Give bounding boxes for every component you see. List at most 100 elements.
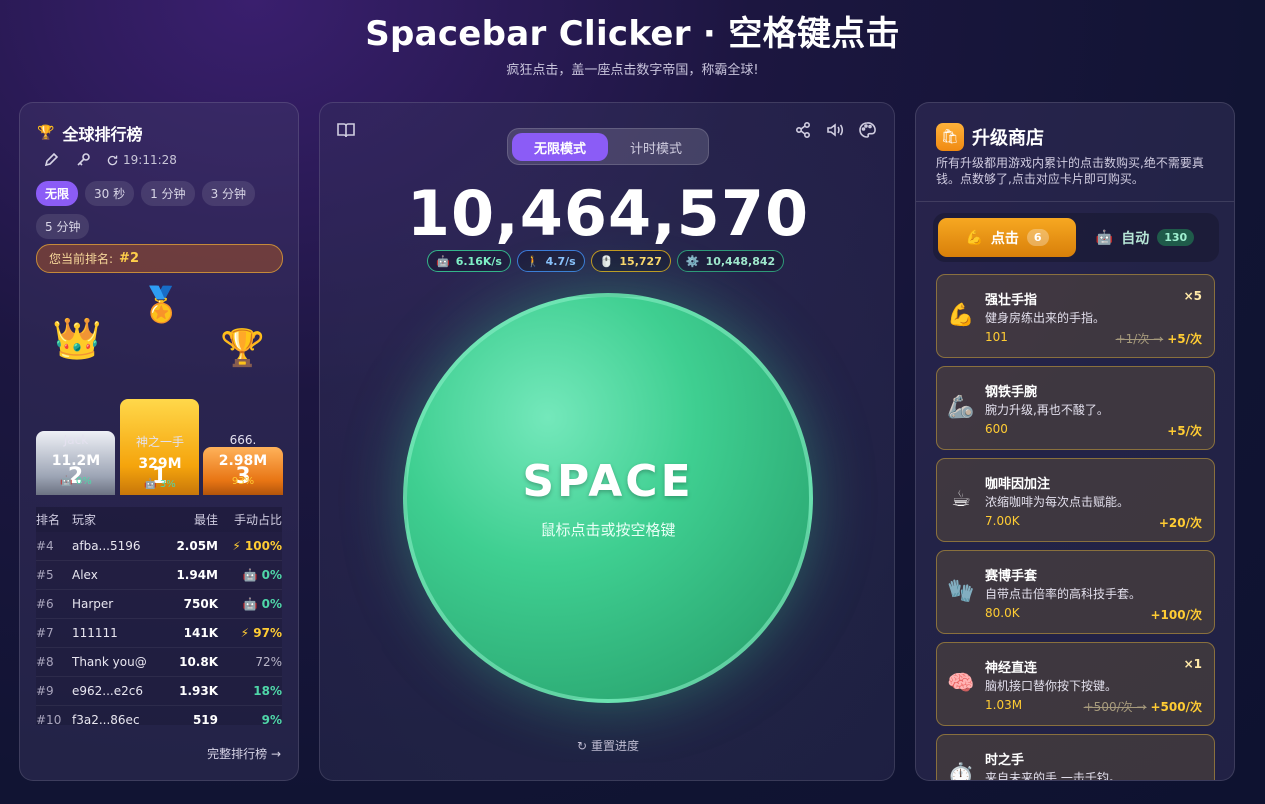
podium-player-first[interactable]: 神之一手 329M 🤖 3% (120, 433, 200, 490)
upgrade-card[interactable]: 🦾 钢铁手腕 腕力升级,再也不酸了。 600 +5/次 (936, 366, 1215, 450)
row-rank: #8 (36, 655, 54, 669)
my-rank-banner: 您当前排名: #2 (36, 244, 283, 273)
row-ratio: 72% (255, 655, 282, 669)
edit-icon[interactable] (42, 151, 60, 169)
upgrade-icon: 🧤 (947, 579, 975, 604)
table-header: 排名 玩家 最佳 手动占比 (36, 507, 282, 532)
refresh-time-text: 19:11:28 (123, 153, 177, 167)
col-best: 最佳 (193, 513, 218, 527)
upgrade-name: 赛博手套 (985, 569, 1038, 584)
row-player: 111111 (72, 626, 118, 640)
player-ratio: 🤖 3% (144, 479, 176, 490)
upgrade-icon: ⏱️ (947, 763, 975, 781)
upgrade-gain: +100/次 (1147, 606, 1203, 623)
tab-click-label: 点击 (990, 230, 1019, 247)
row-player: Alex (72, 568, 98, 582)
shop-items[interactable]: 💪 强壮手指 健身房练出来的手指。 101 +1/次 → +5/次 ×5 🦾 钢铁手腕 腕力升级,… (936, 274, 1215, 781)
reset-icon: ↻ (577, 739, 588, 753)
upgrade-name: 强壮手指 (985, 293, 1038, 308)
row-rank: #9 (36, 684, 54, 698)
tab-auto-count: 130 (1157, 229, 1195, 246)
click-rate-badge: 🚶 4.7/s (516, 250, 585, 272)
leaderboard-title: 🏆 全球排行榜 (37, 121, 142, 145)
table-row[interactable]: #7 111111 141K ⚡ 97% (36, 619, 282, 648)
filter-3min[interactable]: 3 分钟 (201, 181, 256, 206)
table-row[interactable]: #9 e962...e2c6 1.93K 18% (36, 677, 282, 706)
refresh-icon (107, 155, 118, 165)
upgrade-desc: 腕力升级,再也不酸了。 (985, 403, 1109, 417)
upgrade-old-gain: +1/次 → (1115, 332, 1164, 346)
upgrade-card[interactable]: 🧠 神经直连 脑机接口替你按下按键。 1.03M +500/次 → +500/次 ×1 (936, 642, 1215, 726)
palette-icon[interactable] (856, 119, 878, 141)
upgrade-new-gain: +5/次 (1167, 424, 1202, 438)
bronze-trophy-icon: 🏆 (220, 328, 265, 369)
mouse-icon: 🖱️ (599, 254, 614, 268)
upgrade-name: 神经直连 (985, 661, 1038, 676)
upgrade-new-gain: +20/次 (1158, 516, 1202, 530)
filter-5min[interactable]: 5 分钟 (36, 214, 90, 239)
upgrade-gain: +500/次 → +500/次 (1084, 698, 1202, 715)
upgrade-icon: 🦾 (947, 395, 975, 420)
upgrade-price: 600 (985, 422, 1008, 436)
key-icon[interactable] (74, 151, 92, 169)
row-player: Harper (72, 597, 114, 611)
table-row[interactable]: #5 Alex 1.94M 🤖 0% (36, 561, 282, 590)
tab-click-count: 6 (1026, 229, 1049, 246)
refresh-time[interactable]: 19:11:28 (106, 153, 177, 167)
shopping-bag-icon: 🛍 (936, 123, 964, 151)
row-player: f3a2...86ec (72, 713, 140, 725)
divider (916, 201, 1234, 202)
upgrade-price: 1.03M (985, 698, 1023, 712)
upgrade-new-gain: +500/次 (1150, 700, 1203, 714)
leaderboard-title-text: 全球排行榜 (62, 125, 143, 144)
row-best: 519 (192, 713, 218, 725)
podium-player-second[interactable]: Jack 11.2M 🤖 0% (36, 433, 116, 487)
mode-infinite[interactable]: 无限模式 (512, 133, 608, 161)
leaderboard-tools: 19:11:28 (42, 151, 177, 169)
upgrade-card[interactable]: ⏱️ 时之手 来自未来的手,一击千钧。 (936, 734, 1215, 781)
player-score: 11.2M (51, 453, 101, 469)
upgrade-card[interactable]: 🧤 赛博手套 自带点击倍率的高科技手套。 80.0K +100/次 (936, 550, 1215, 634)
book-icon[interactable] (335, 119, 357, 141)
table-row[interactable]: #8 Thank you@ 10.8K 72% (36, 648, 282, 677)
share-icon[interactable] (792, 119, 814, 141)
upgrade-card[interactable]: 💪 强壮手指 健身房练出来的手指。 101 +1/次 → +5/次 ×5 (936, 274, 1215, 358)
clicks-badge: 🖱️ 15,727 (590, 250, 671, 272)
row-best: 141K (183, 626, 218, 640)
table-row[interactable]: #4 afba...5196 2.05M ⚡ 100% (36, 532, 282, 561)
upgrade-new-gain: +100/次 (1150, 608, 1203, 622)
table-row[interactable]: #6 Harper 750K 🤖 0% (36, 590, 282, 619)
space-button-label: SPACE (522, 456, 694, 507)
table-row[interactable]: #10 f3a2...86ec 519 9% (36, 706, 282, 725)
page-title: Spacebar Clicker · 空格键点击 (365, 14, 900, 54)
page-subtitle: 疯狂点击，盖一座点击数字帝国，称霸全球! (506, 63, 759, 78)
my-rank-label: 您当前排名: (49, 252, 114, 266)
auto-rate-badge: 🤖 6.16K/s (427, 250, 511, 272)
filter-30s[interactable]: 30 秒 (85, 181, 135, 206)
upgrade-icon: 🧠 (947, 671, 975, 696)
stats-row: 🤖 6.16K/s 🚶 4.7/s 🖱️ 15,727 ⚙️ 10,448,842 (427, 250, 785, 272)
filter-1min[interactable]: 1 分钟 (141, 181, 195, 206)
row-rank: #10 (36, 713, 62, 725)
row-player: Thank you@ (72, 655, 147, 669)
space-button[interactable]: SPACE 鼠标点击或按空格键 (403, 293, 813, 703)
row-best: 1.93K (179, 684, 218, 698)
upgrade-price: 80.0K (985, 606, 1020, 620)
reset-progress-button[interactable]: ↻ 重置进度 (320, 737, 894, 754)
leaderboard-table[interactable]: 排名 玩家 最佳 手动占比 #4 afba...5196 2.05M ⚡ 100% #5… (36, 507, 282, 725)
tab-click[interactable]: 💪 点击 6 (938, 218, 1076, 257)
upgrade-new-gain: +5/次 (1167, 332, 1202, 346)
player-name: 666. (229, 433, 257, 447)
filter-unlimited[interactable]: 无限 (36, 181, 79, 206)
upgrade-gain: +20/次 (1155, 514, 1202, 531)
upgrade-desc: 浓缩咖啡为每次点击赋能。 (985, 495, 1130, 509)
podium-player-third[interactable]: 666. 2.98M 93% (203, 433, 283, 487)
full-leaderboard-link[interactable]: 完整排行榜 → (207, 745, 281, 762)
upgrade-card[interactable]: ☕ 咖啡因加注 浓缩咖啡为每次点击赋能。 7.00K +20/次 (936, 458, 1215, 542)
row-best: 2.05M (176, 539, 218, 553)
shop-header: 🛍 升级商店 (936, 123, 1044, 151)
sound-icon[interactable] (824, 119, 846, 141)
tab-auto[interactable]: 🤖 自动 130 (1076, 218, 1214, 257)
shop-description: 所有升级都用游戏内累计的点击数购买,绝不需要真钱。点数够了,点击对应卡片即可购买… (936, 156, 1204, 186)
mode-timed[interactable]: 计时模式 (608, 133, 704, 161)
